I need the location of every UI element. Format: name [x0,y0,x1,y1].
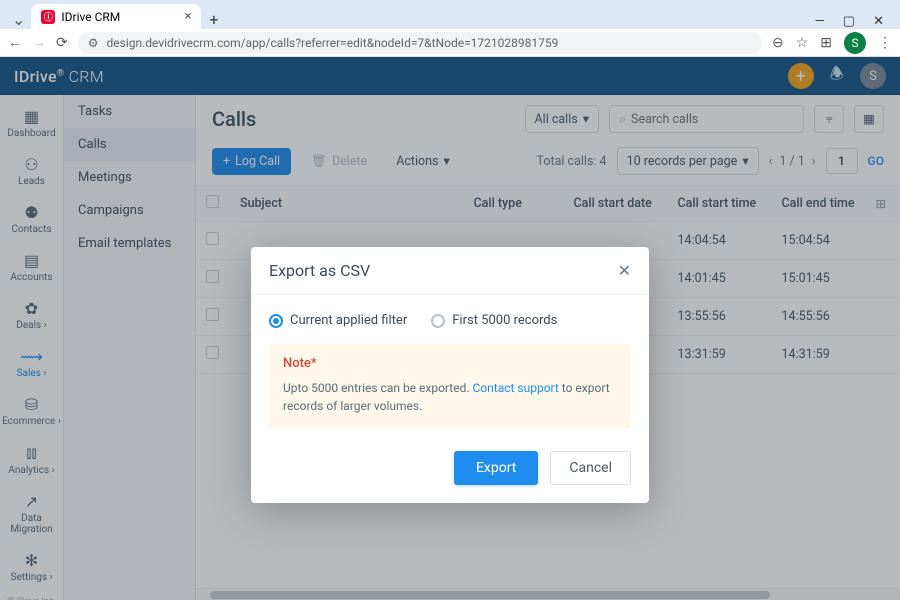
bookmark-icon[interactable]: ☆ [796,35,809,51]
export-modal: Export as CSV ✕ Current applied filter F… [251,247,649,503]
extensions-icon[interactable]: ⊞ [820,35,832,51]
tab-title: IDrive CRM [61,10,120,24]
address-bar[interactable]: ⚙ design.devidrivecrm.com/app/calls?refe… [78,32,762,54]
modal-close-icon[interactable]: ✕ [618,261,631,280]
browser-tab[interactable]: ⓘ IDrive CRM × [31,4,201,29]
radio-current-filter[interactable]: Current applied filter [269,313,407,328]
note-text: Upto 5000 entries can be exported. Conta… [283,379,617,415]
radio-icon [431,314,445,328]
window-maximize-icon[interactable]: ▢ [843,14,855,29]
close-tab-icon[interactable]: × [184,9,191,24]
browser-chrome: ⌄ ⓘ IDrive CRM × + — ▢ ✕ ← → ⟳ ⚙ design.… [0,0,900,57]
radio-first-5000[interactable]: First 5000 records [431,313,557,328]
zoom-icon[interactable]: ⊖ [772,35,784,51]
note-heading: Note* [283,356,617,371]
profile-avatar[interactable]: S [844,32,866,54]
window-minimize-icon[interactable]: — [815,14,825,29]
window-close-icon[interactable]: ✕ [873,14,884,29]
site-info-icon[interactable]: ⚙ [88,36,99,50]
tab-dropdown-icon[interactable]: ⌄ [6,10,31,29]
browser-menu-icon[interactable]: ⋮ [878,35,892,51]
note-box: Note* Upto 5000 entries can be exported.… [269,344,631,429]
favicon-icon: ⓘ [41,10,55,24]
contact-support-link[interactable]: Contact support [472,381,558,395]
back-icon[interactable]: ← [8,34,22,51]
cancel-button[interactable]: Cancel [550,451,631,485]
new-tab-button[interactable]: + [201,10,226,29]
reload-icon[interactable]: ⟳ [56,35,68,51]
url-text: design.devidrivecrm.com/app/calls?referr… [107,36,559,50]
forward-icon: → [32,34,46,51]
radio-icon [269,314,283,328]
modal-title: Export as CSV [269,261,370,280]
export-button[interactable]: Export [454,451,538,485]
modal-overlay[interactable]: Export as CSV ✕ Current applied filter F… [0,57,900,600]
